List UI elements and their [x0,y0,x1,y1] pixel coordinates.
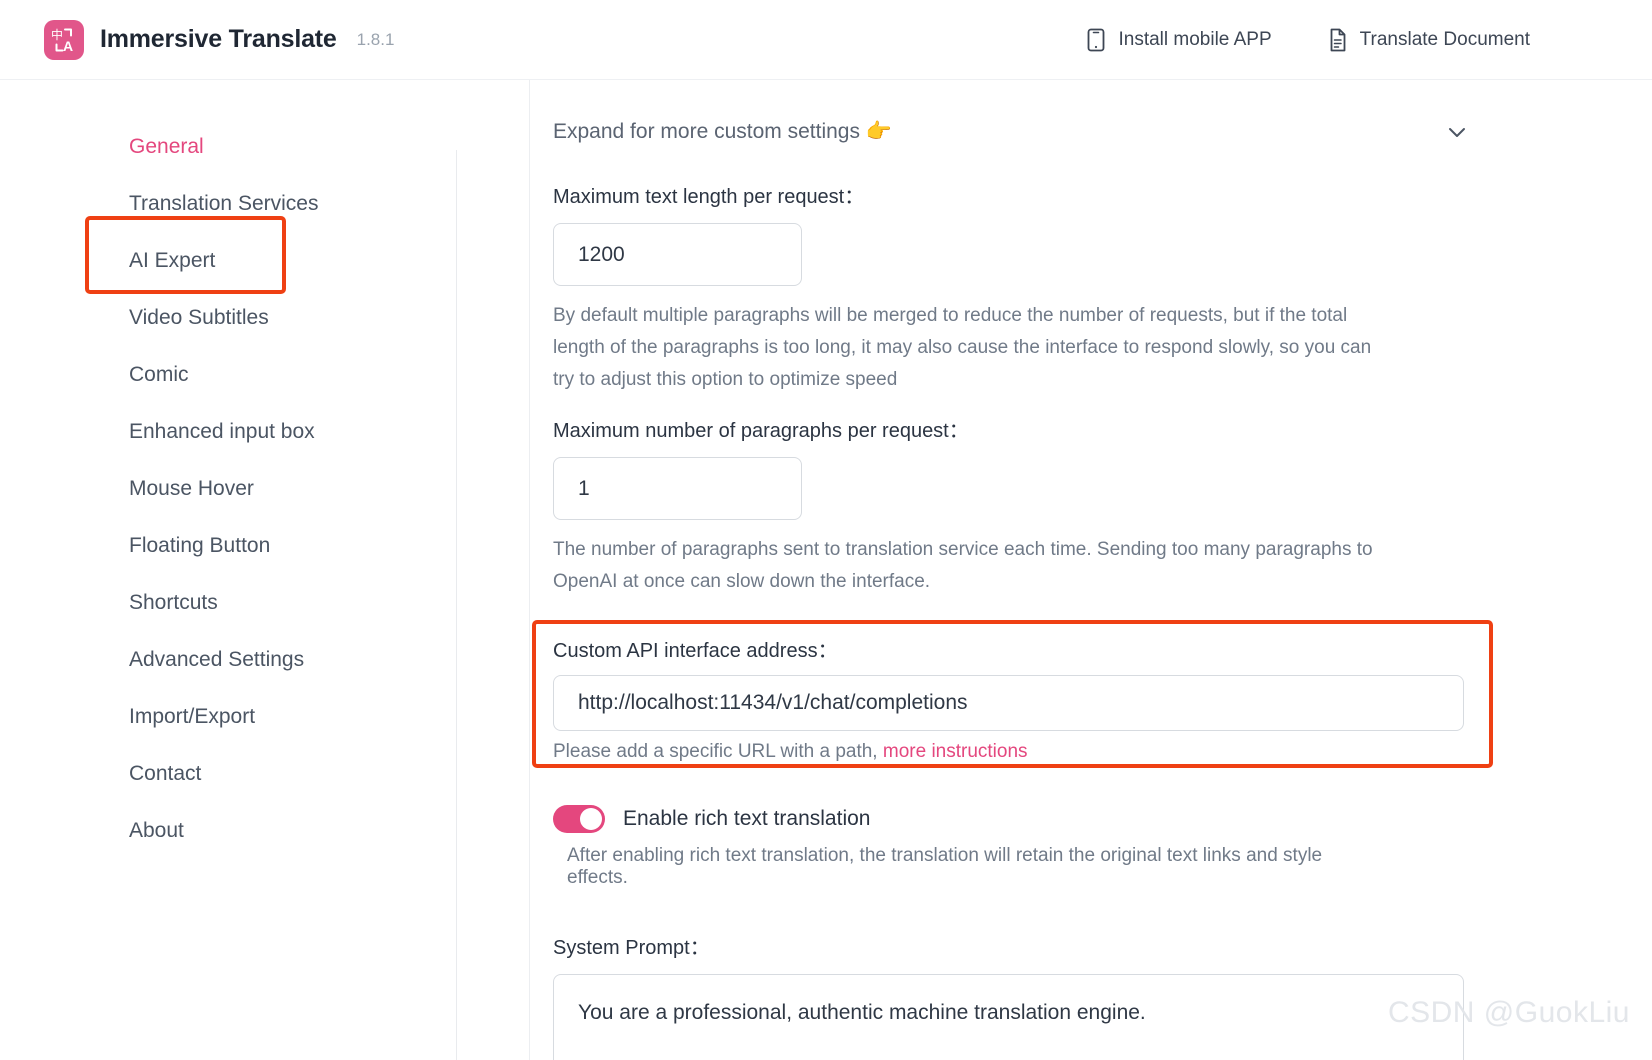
translate-logo-icon: 中 A [44,19,84,60]
sidebar-item-video-subtitles[interactable]: Video Subtitles [0,289,457,346]
toggle-knob [580,808,602,830]
sidebar-item-enhanced-input-box[interactable]: Enhanced input box [0,403,457,460]
sidebar-item-shortcuts[interactable]: Shortcuts [0,574,457,631]
sidebar-item-label: About [129,818,184,842]
sidebar-item-label: Translation Services [129,191,319,215]
rich-text-toggle[interactable] [553,805,605,833]
svg-text:中: 中 [51,27,63,42]
watermark: CSDN @GuokLiu [1387,996,1630,1029]
sidebar-item-label: Import/Export [129,704,256,728]
sidebar-item-label: Video Subtitles [129,305,269,329]
mobile-phone-icon [1086,28,1106,52]
expand-custom-settings-row[interactable]: Expand for more custom settings 👉 [553,102,1465,162]
sidebar-item-label: Shortcuts [129,590,218,614]
settings-content: Expand for more custom settings 👉 Maximu… [457,80,1497,1060]
chevron-down-icon[interactable] [1445,120,1469,149]
rich-text-help: After enabling rich text translation, th… [567,845,1323,888]
max-text-length-label: Maximum text length per request： [553,186,865,208]
sidebar-item-advanced-settings[interactable]: Advanced Settings [0,631,457,688]
custom-api-input[interactable]: http://localhost:11434/v1/chat/completio… [553,675,1464,731]
brand-version: 1.8.1 [356,29,395,49]
max-text-length-input[interactable]: 1200 [553,223,802,286]
install-mobile-app-link[interactable]: Install mobile APP [1086,28,1272,52]
settings-panel: Expand for more custom settings 👉 Maximu… [457,80,1652,1060]
system-prompt-label: System Prompt： [553,937,710,959]
custom-api-hint-text: Please add a specific URL with a path, [553,741,883,762]
max-paragraphs-help: The number of paragraphs sent to transla… [553,539,1373,592]
sidebar-item-label: Contact [129,761,202,785]
sidebar-item-import-export[interactable]: Import/Export [0,688,457,745]
sidebar-item-ai-expert[interactable]: AI Expert [0,232,457,289]
sidebar-item-label: Comic [129,362,189,386]
document-icon [1328,28,1348,52]
more-instructions-link[interactable]: more instructions [883,741,1028,762]
system-prompt-textarea[interactable]: You are a professional, authentic machin… [553,974,1464,1060]
page-body: General Translation Services AI Expert V… [0,80,1652,1060]
sidebar-item-label: AI Expert [129,248,216,272]
svg-text:A: A [63,38,73,54]
sidebar-item-contact[interactable]: Contact [0,745,457,802]
sidebar-item-label: General [129,134,204,158]
sidebar-item-floating-button[interactable]: Floating Button [0,517,457,574]
sidebar-item-about[interactable]: About [0,802,457,859]
translate-document-label: Translate Document [1359,28,1530,50]
sidebar-item-mouse-hover[interactable]: Mouse Hover [0,460,457,517]
brand: 中 A Immersive Translate 1.8.1 [44,19,395,60]
custom-api-block: Custom API interface address： http://loc… [532,620,1493,779]
sidebar-item-label: Enhanced input box [129,419,315,443]
translate-document-link[interactable]: Translate Document [1328,28,1530,52]
max-text-length-help: By default multiple paragraphs will be m… [553,305,1372,390]
sidebar-nav-list: General Translation Services AI Expert V… [0,118,457,859]
sidebar-item-general[interactable]: General [0,118,457,175]
install-mobile-app-label: Install mobile APP [1118,28,1272,50]
custom-api-label: Custom API interface address： [553,640,838,662]
header-actions: Install mobile APP Translate Document [1086,28,1630,52]
rich-text-toggle-label: Enable rich text translation [623,807,871,830]
sidebar-item-label: Floating Button [129,533,271,557]
custom-api-hint: Please add a specific URL with a path, m… [553,741,1377,763]
sidebar-item-comic[interactable]: Comic [0,346,457,403]
max-paragraphs-input[interactable]: 1 [553,457,802,520]
max-paragraphs-label: Maximum number of paragraphs per request… [553,420,969,442]
app-header: 中 A Immersive Translate 1.8.1 Install mo… [0,0,1652,80]
sidebar-item-label: Advanced Settings [129,647,305,671]
brand-name: Immersive Translate [100,25,337,53]
sidebar-item-label: Mouse Hover [129,476,254,500]
rich-text-toggle-row: Enable rich text translation [553,805,1377,833]
sidebar-item-translation-services[interactable]: Translation Services [0,175,457,232]
expand-custom-settings-label: Expand for more custom settings 👉 [553,120,892,143]
sidebar: General Translation Services AI Expert V… [0,80,457,1060]
